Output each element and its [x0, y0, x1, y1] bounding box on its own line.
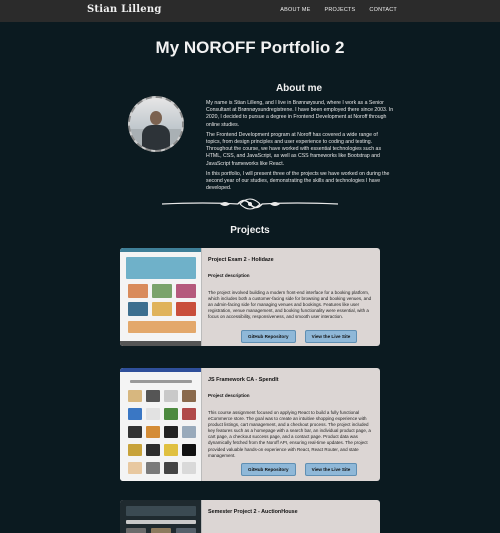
nav-link-projects[interactable]: PROJECTS: [324, 7, 355, 13]
thumb-product: [128, 408, 142, 420]
thumb-product: [128, 426, 142, 438]
project-thumbnail: [120, 368, 202, 481]
thumb-product: [182, 462, 196, 474]
projects-title: Projects: [230, 225, 270, 236]
thumb-item: [126, 528, 146, 533]
thumb-product: [128, 462, 142, 474]
thumb-product: [146, 408, 160, 420]
project-body: JS Framework CA - SpendIt Project descri…: [208, 368, 374, 459]
project-body: Semester Project 2 - AuctionHouse: [208, 500, 374, 515]
thumb-product: [146, 462, 160, 474]
thumb-text: [126, 520, 196, 524]
about-title: About me: [275, 83, 323, 94]
about-paragraph: My name is Stian Lilleng, and I live in …: [206, 100, 394, 128]
page-title: My NOROFF Portfolio 2: [155, 38, 345, 57]
thumb-product: [182, 426, 196, 438]
thumb-product: [164, 408, 178, 420]
thumb-product: [182, 390, 196, 402]
avatar-shirt: [142, 125, 170, 150]
project-title: Semester Project 2 - AuctionHouse: [208, 509, 298, 515]
thumb-image: [128, 284, 148, 298]
project-description: This course assignment focused on applyi…: [208, 410, 371, 458]
thumb-product: [164, 390, 178, 402]
project-description-label: Project description: [208, 393, 250, 398]
thumb-item: [176, 528, 196, 533]
about-text: My name is Stian Lilleng, and I live in …: [206, 100, 394, 195]
project-card-auctionhouse: Semester Project 2 - AuctionHouse: [120, 500, 380, 533]
thumb-image: [152, 302, 172, 316]
thumb-product: [128, 444, 142, 456]
github-repo-button[interactable]: GitHub Repository: [241, 330, 296, 343]
thumb-product: [146, 390, 160, 402]
live-site-button[interactable]: View the Live Site: [304, 330, 358, 343]
thumb-image: [176, 284, 196, 298]
avatar: [128, 96, 184, 152]
github-repo-button[interactable]: GitHub Repository: [241, 463, 296, 476]
project-title: JS Framework CA - SpendIt: [208, 377, 279, 383]
thumb-product: [164, 462, 178, 474]
thumb-hero: [126, 257, 196, 279]
project-thumbnail: [120, 248, 202, 346]
ornamental-divider-icon: [161, 198, 339, 210]
project-thumbnail: [120, 500, 202, 533]
thumb-product: [146, 444, 160, 456]
project-card-spendit: JS Framework CA - SpendIt Project descri…: [120, 368, 380, 481]
project-card-holidaze: Project Exam 2 - Holidaze Project descri…: [120, 248, 380, 346]
nav-link-contact[interactable]: CONTACT: [369, 7, 397, 13]
project-buttons: GitHub Repository View the Live Site: [241, 330, 358, 343]
project-description-label: Project description: [208, 273, 250, 278]
brand-logo[interactable]: Stian Lilleng: [87, 4, 162, 15]
project-title: Project Exam 2 - Holidaze: [208, 257, 274, 263]
nav-link-about[interactable]: ABOUT ME: [280, 7, 310, 13]
live-site-button[interactable]: View the Live Site: [304, 463, 358, 476]
about-paragraph: The Frontend Development program at Noro…: [206, 131, 382, 167]
project-buttons: GitHub Repository View the Live Site: [241, 463, 358, 476]
project-description: The project involved building a modern f…: [208, 290, 372, 320]
thumb-image: [128, 321, 196, 333]
thumb-image: [152, 284, 172, 298]
thumb-product: [164, 426, 178, 438]
navbar: Stian Lilleng ABOUT ME PROJECTS CONTACT: [0, 0, 500, 22]
thumb-item: [151, 528, 171, 533]
thumb-product: [182, 408, 196, 420]
thumb-product: [182, 444, 196, 456]
thumb-hero: [126, 506, 196, 516]
thumb-product: [128, 390, 142, 402]
thumb-image: [176, 302, 196, 316]
thumb-image: [128, 302, 148, 316]
thumb-product: [146, 426, 160, 438]
thumb-product: [164, 444, 178, 456]
thumb-footer: [120, 341, 201, 346]
thumb-search: [130, 380, 192, 383]
thumb-header: [120, 368, 201, 372]
nav-links: ABOUT ME PROJECTS CONTACT: [280, 7, 397, 13]
project-body: Project Exam 2 - Holidaze Project descri…: [208, 248, 374, 320]
thumb-header: [120, 248, 201, 252]
about-paragraph: In this portfolio, I will present three …: [206, 170, 390, 192]
avatar-head: [150, 111, 162, 125]
